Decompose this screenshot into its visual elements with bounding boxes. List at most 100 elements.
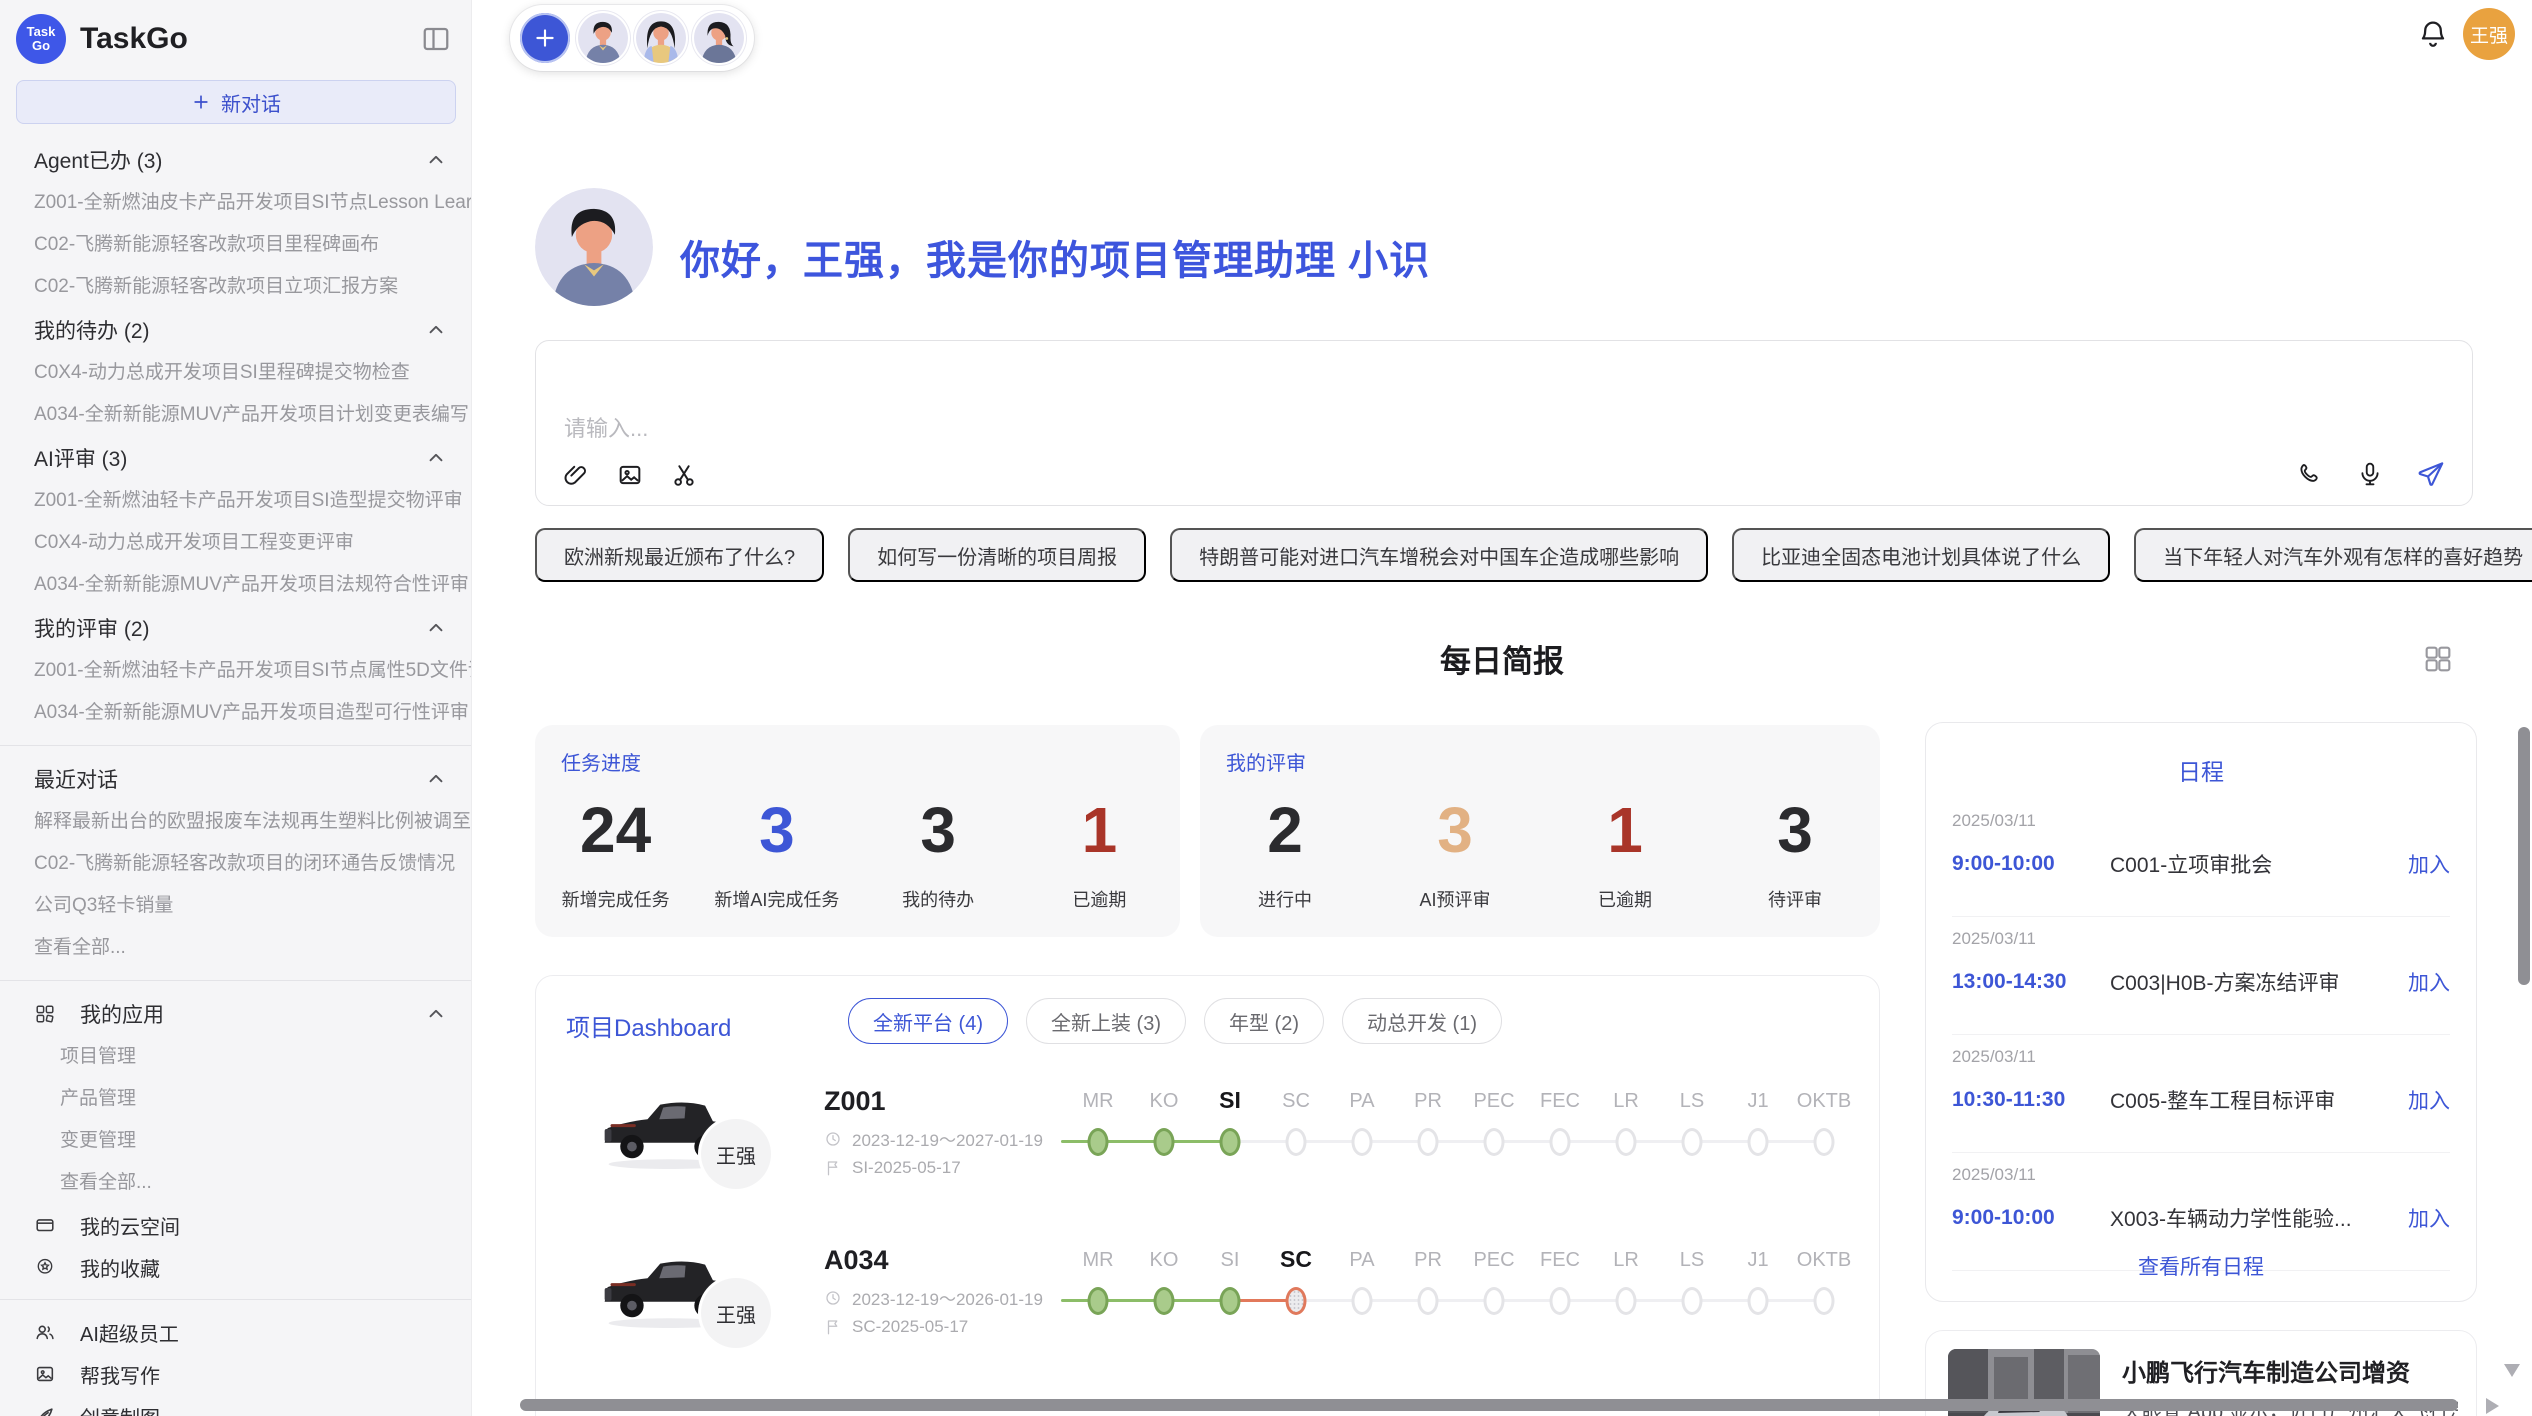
sidebar-section-header: 我的待办 (2) [0, 308, 471, 352]
sidebar-item[interactable]: C02-飞腾新能源轻客改款项目里程碑画布 [0, 224, 471, 266]
layout-grid-icon[interactable] [2422, 643, 2454, 675]
project-code[interactable]: A034 [824, 1245, 889, 1276]
suggestion-chip[interactable]: 当下年轻人对汽车外观有怎样的喜好趋势 [2134, 528, 2532, 582]
event-time: 9:00-10:00 [1952, 852, 2110, 876]
dashboard-tab[interactable]: 全新上装 (3) [1026, 998, 1186, 1044]
sidebar: Task Go TaskGo 新对话 Agent已办 (3)Z001-全新燃油皮… [0, 0, 472, 1416]
dashboard-tab[interactable]: 全新平台 (4) [848, 998, 1008, 1044]
sidebar-item[interactable]: A034-全新新能源MUV产品开发项目造型可行性评审 [0, 692, 471, 734]
view-all-schedule-link[interactable]: 查看所有日程 [1926, 1251, 2476, 1281]
teammate-avatar[interactable] [694, 13, 744, 63]
project-flag-date: SI-2025-05-17 [824, 1158, 961, 1178]
image-icon [34, 1363, 56, 1385]
join-link[interactable]: 加入 [2408, 849, 2450, 879]
new-chat-button[interactable]: 新对话 [16, 80, 456, 124]
suggestion-chip[interactable]: 比亚迪全固态电池计划具体说了什么 [1732, 528, 2110, 582]
project-flag-date: SC-2025-05-17 [824, 1317, 968, 1337]
chevron-up-icon[interactable] [425, 617, 447, 639]
recent-chat-item[interactable]: C02-飞腾新能源轻客改款项目的闭环通告反馈情况 [0, 843, 471, 885]
milestone-label: J1 [1747, 1249, 1768, 1272]
recent-chat-item[interactable]: 公司Q3轻卡销量 [0, 885, 471, 927]
sidebar-item[interactable]: A034-全新新能源MUV产品开发项目计划变更表编写 [0, 394, 471, 436]
stat-value: 3 [759, 798, 795, 862]
app-item[interactable]: 变更管理 [0, 1120, 471, 1162]
sidebar-item[interactable]: A034-全新新能源MUV产品开发项目法规符合性评审 [0, 564, 471, 606]
attach-icon[interactable] [562, 461, 590, 489]
collapse-sidebar-icon[interactable] [421, 24, 451, 54]
sidebar-tool-team[interactable]: AI超级员工 [0, 1311, 471, 1353]
suggestion-chip[interactable]: 如何写一份清晰的项目周报 [848, 528, 1146, 582]
stat-value: 3 [1777, 798, 1813, 862]
logo-text-2: Go [32, 39, 50, 53]
project-dates-text: 2023-12-19～2026-01-19 [852, 1285, 1043, 1310]
recent-chat-item[interactable]: 解释最新出台的欧盟报废车法规再生塑料比例被调至15%... [0, 801, 471, 843]
sidebar-item[interactable]: C0X4-动力总成开发项目工程变更评审 [0, 522, 471, 564]
sidebar-tool-pen[interactable]: 创意制图 [0, 1395, 471, 1416]
stat: 3新增AI完成任务 [696, 783, 857, 927]
chevron-up-icon[interactable] [425, 149, 447, 171]
project-dashboard-card: 项目Dashboard 全新平台 (4)全新上装 (3)年型 (2)动总开发 (… [535, 975, 1880, 1416]
stat-label: 待评审 [1768, 886, 1822, 912]
sidebar-tool-image[interactable]: 帮我写作 [0, 1353, 471, 1395]
suggestion-chip[interactable]: 特朗普可能对进口汽车增税会对中国车企造成哪些影响 [1170, 528, 1708, 582]
phone-call-icon[interactable] [2296, 460, 2324, 488]
microphone-icon[interactable] [2356, 460, 2384, 488]
assistant-avatar [535, 188, 653, 306]
chevron-up-icon[interactable] [425, 1003, 447, 1025]
milestone-dot [1154, 1128, 1175, 1156]
app-item[interactable]: 产品管理 [0, 1078, 471, 1120]
scroll-right-arrow-icon[interactable] [2486, 1398, 2499, 1414]
dashboard-tab[interactable]: 动总开发 (1) [1342, 998, 1502, 1044]
horizontal-scrollbar-thumb[interactable] [520, 1399, 2458, 1411]
milestone-label: SI [1221, 1249, 1240, 1272]
notification-bell-icon[interactable] [2416, 17, 2450, 51]
join-link[interactable]: 加入 [2408, 1085, 2450, 1115]
milestone-track-done [1061, 1299, 1230, 1302]
teammate-avatar[interactable] [636, 13, 686, 63]
milestone-label: SI [1219, 1087, 1241, 1114]
suggestion-chip[interactable]: 欧洲新规最近颁布了什么? [535, 528, 824, 582]
sidebar-item[interactable]: Z001-全新燃油轻卡产品开发项目SI造型提交物评审 [0, 480, 471, 522]
chevron-up-icon[interactable] [425, 447, 447, 469]
milestone-label: FEC [1540, 1249, 1580, 1272]
milestone-dot [1286, 1287, 1307, 1315]
sidebar-link-star[interactable]: 我的收藏 [0, 1246, 471, 1288]
send-icon[interactable] [2416, 459, 2446, 489]
app-item[interactable]: 查看全部... [0, 1162, 471, 1204]
add-member-button[interactable] [520, 13, 570, 63]
milestone-dot [1814, 1287, 1835, 1315]
milestone-label: MR [1082, 1090, 1113, 1113]
chevron-up-icon[interactable] [425, 768, 447, 790]
milestone-dot [1220, 1287, 1241, 1315]
chat-input[interactable]: 请输入... [535, 340, 2473, 506]
tool-label: 创意制图 [80, 1402, 160, 1416]
scroll-down-arrow-icon[interactable] [2504, 1364, 2520, 1377]
teammate-avatar[interactable] [578, 13, 628, 63]
sidebar-item[interactable]: C0X4-动力总成开发项目SI里程碑提交物检查 [0, 352, 471, 394]
milestone-dot [1220, 1128, 1241, 1156]
milestone-dot [1550, 1128, 1571, 1156]
dashboard-tab[interactable]: 年型 (2) [1204, 998, 1324, 1044]
app-item[interactable]: 项目管理 [0, 1036, 471, 1078]
sidebar-item[interactable]: Z001-全新燃油皮卡产品开发项目SI节点Lesson Learn报告 [0, 182, 471, 224]
user-avatar[interactable]: 王强 [2463, 8, 2515, 60]
screenshot-scissors-icon[interactable] [670, 461, 698, 489]
vertical-scrollbar-thumb[interactable] [2518, 727, 2530, 985]
milestone-label: MR [1082, 1249, 1113, 1272]
image-upload-icon[interactable] [616, 461, 644, 489]
milestone-dot [1352, 1128, 1373, 1156]
milestone-dot [1748, 1128, 1769, 1156]
sidebar-item[interactable]: C02-飞腾新能源轻客改款项目立项汇报方案 [0, 266, 471, 308]
milestone-label: FEC [1540, 1090, 1580, 1113]
join-link[interactable]: 加入 [2408, 1203, 2450, 1233]
cloud-icon [34, 1214, 56, 1236]
chevron-up-icon[interactable] [425, 319, 447, 341]
sidebar-item[interactable]: Z001-全新燃油轻卡产品开发项目SI节点属性5D文件评审 [0, 650, 471, 692]
clock-icon [824, 1289, 842, 1307]
sidebar-link-cloud[interactable]: 我的云空间 [0, 1204, 471, 1246]
section-title: AI评审 (3) [34, 443, 127, 473]
schedule-event: 2025/03/1110:30-11:30C005-整车工程目标评审加入 [1952, 1035, 2450, 1153]
join-link[interactable]: 加入 [2408, 967, 2450, 997]
recent-chat-item[interactable]: 查看全部... [0, 927, 471, 969]
project-code[interactable]: Z001 [824, 1086, 886, 1117]
